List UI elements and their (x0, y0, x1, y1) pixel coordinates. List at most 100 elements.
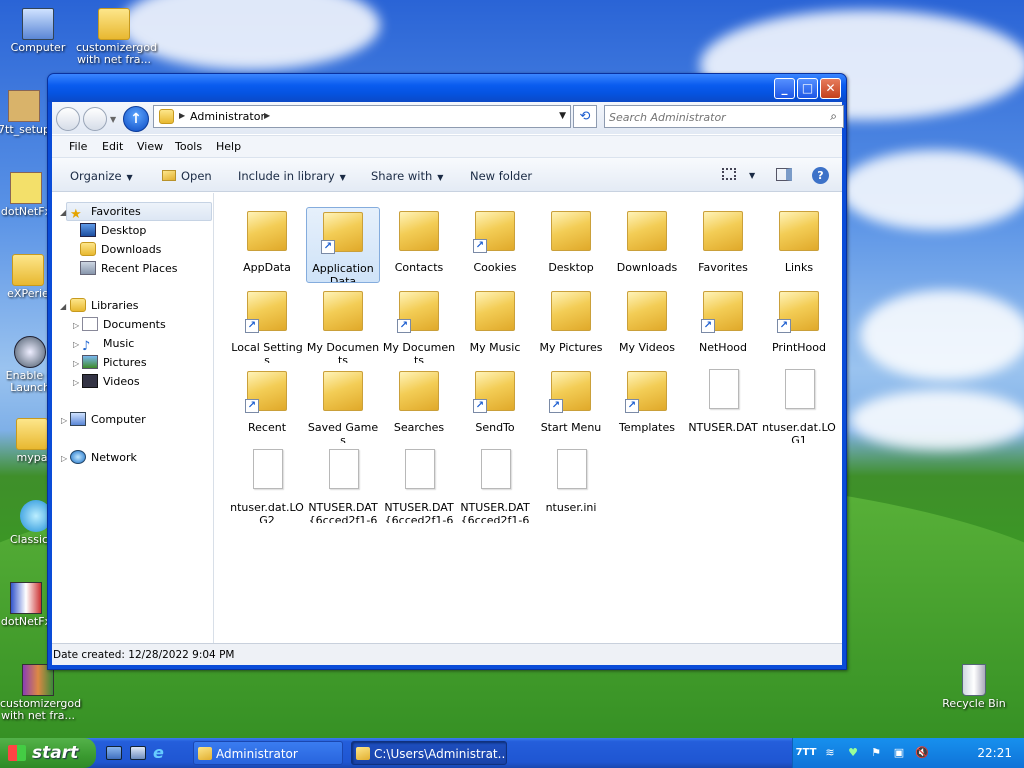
file-item[interactable]: Desktop (534, 207, 608, 283)
nav-pictures[interactable]: Pictures (82, 353, 147, 372)
forward-button[interactable] (83, 107, 107, 131)
expand-triangle-icon[interactable]: ▷ (61, 416, 67, 425)
file-item[interactable]: ntuser.ini (534, 447, 608, 523)
nav-downloads[interactable]: Downloads (80, 240, 161, 259)
file-item[interactable]: NTUSER.DAT{6cced2f1-6e01-11de-8bed-001e0… (306, 447, 380, 523)
expand-triangle-icon[interactable]: ▷ (73, 359, 79, 368)
minimize-button[interactable]: _ (774, 78, 795, 99)
file-item[interactable]: ntuser.dat.LOG2 (230, 447, 304, 523)
change-view-button[interactable]: ▼ (722, 167, 755, 181)
expand-triangle-icon[interactable]: ▷ (73, 340, 79, 349)
title-bar[interactable]: _ □ ✕ (48, 74, 846, 102)
refresh-button[interactable]: ⟲ (573, 105, 597, 128)
file-item[interactable]: AppData (230, 207, 304, 283)
explorer-quicklaunch-icon[interactable] (130, 746, 146, 760)
desktop-icon-computer[interactable]: Computer (0, 8, 76, 54)
address-bar[interactable]: ▶ Administrator ▶ ▼ (153, 105, 571, 128)
nav-computer[interactable]: Computer (70, 410, 146, 429)
chevron-down-icon[interactable]: ▼ (749, 171, 755, 180)
wifi-icon[interactable]: ≋ (823, 746, 837, 760)
desktop-icon-customizergod-2[interactable]: customizergod with net fra... (0, 664, 81, 722)
taskbar-item-administrator[interactable]: Administrator (193, 741, 343, 765)
preview-pane-button[interactable] (776, 168, 792, 184)
network-tray-icon[interactable]: ▣ (892, 746, 906, 760)
breadcrumb-administrator[interactable]: Administrator (190, 110, 265, 123)
collapse-triangle-icon[interactable]: ◢ (60, 208, 66, 217)
menu-tools[interactable]: Tools (175, 140, 202, 153)
search-input[interactable] (609, 107, 819, 127)
file-page-icon (709, 369, 739, 409)
breadcrumb-arrow-icon[interactable]: ▶ (179, 111, 185, 120)
action-center-flag-icon[interactable]: ⚑ (869, 746, 883, 760)
file-item[interactable]: ↗ SendTo (458, 367, 532, 443)
open-button[interactable]: Open (162, 169, 212, 183)
nav-music[interactable]: ♪ Music (82, 334, 134, 354)
desktop-icon-recycle-bin[interactable]: Recycle Bin (936, 664, 1012, 710)
explorer-window[interactable]: _ □ ✕ ▼ ↑ ▶ Administrator ▶ ▼ ⟲ ⌕ File (47, 73, 847, 670)
start-button[interactable]: start (0, 738, 96, 768)
file-item[interactable]: Saved Games (306, 367, 380, 443)
file-item[interactable]: ↗ Recent (230, 367, 304, 443)
file-item[interactable]: My Music (458, 287, 532, 363)
file-item[interactable]: ↗ NetHood (686, 287, 760, 363)
7tt-tray-icon[interactable]: 7TT (795, 746, 817, 760)
file-item[interactable]: NTUSER.DAT{6cced2f1-6e01-11de-8bed-001e0… (382, 447, 456, 523)
menu-edit[interactable]: Edit (102, 140, 123, 153)
file-item[interactable]: Contacts (382, 207, 456, 283)
collapse-triangle-icon[interactable]: ◢ (60, 302, 66, 311)
search-icon[interactable]: ⌕ (830, 109, 837, 124)
security-icon[interactable]: ♥ (846, 746, 860, 760)
file-item[interactable]: Links (762, 207, 836, 283)
internet-explorer-icon[interactable]: e (153, 745, 169, 761)
back-button[interactable] (56, 107, 80, 131)
expand-triangle-icon[interactable]: ▷ (73, 378, 79, 387)
file-item[interactable]: ↗ Cookies (458, 207, 532, 283)
nav-desktop[interactable]: Desktop (80, 221, 146, 240)
file-item[interactable]: NTUSER.DAT{6cced2f1-6e01-11de-8bed-001e0… (458, 447, 532, 523)
file-item[interactable]: My Videos (610, 287, 684, 363)
search-box[interactable]: ⌕ (604, 105, 844, 128)
recent-pages-dropdown-icon[interactable]: ▼ (110, 115, 116, 124)
address-dropdown-icon[interactable]: ▼ (559, 111, 566, 121)
breadcrumb-arrow-icon[interactable]: ▶ (264, 111, 270, 120)
file-item[interactable]: NTUSER.DAT (686, 367, 760, 443)
volume-muted-icon[interactable]: 🔇 (915, 746, 929, 760)
clock[interactable]: 22:21 (977, 746, 1012, 760)
desktop-icon-customizergod[interactable]: customizergod with net fra... (76, 8, 157, 66)
menu-help[interactable]: Help (216, 140, 241, 153)
file-item[interactable]: ntuser.dat.LOG1 (762, 367, 836, 443)
file-item[interactable]: ↗ Application Data (306, 207, 380, 283)
file-item[interactable]: ↗ Start Menu (534, 367, 608, 443)
include-in-library-button[interactable]: Include in library ▼ (238, 169, 346, 183)
organize-button[interactable]: Organize ▼ (70, 169, 133, 183)
nav-network[interactable]: Network (70, 448, 137, 467)
file-item[interactable]: Searches (382, 367, 456, 443)
file-item[interactable]: My Pictures (534, 287, 608, 363)
show-desktop-icon[interactable] (106, 746, 122, 760)
file-item[interactable]: My Documents (306, 287, 380, 363)
file-list: AppData ↗ Application Data Contacts ↗ Cookies… (215, 193, 842, 645)
file-item[interactable]: ↗ PrintHood (762, 287, 836, 363)
taskbar-item-users-folder[interactable]: C:\Users\Administrat... (351, 741, 507, 765)
file-item[interactable]: ↗ My Documents (382, 287, 456, 363)
expand-triangle-icon[interactable]: ▷ (73, 321, 79, 330)
nav-videos[interactable]: Videos (82, 372, 140, 391)
menu-file[interactable]: File (69, 140, 87, 153)
new-folder-button[interactable]: New folder (470, 169, 532, 183)
nav-documents[interactable]: Documents (82, 315, 166, 334)
up-button[interactable]: ↑ (123, 106, 149, 132)
help-button[interactable]: ? (812, 167, 829, 184)
expand-triangle-icon[interactable]: ▷ (61, 454, 67, 463)
taskbar: start e Administrator C:\Users\Administr… (0, 738, 1024, 768)
nav-favorites[interactable]: ★ Favorites (70, 202, 141, 222)
nav-recent-places[interactable]: Recent Places (80, 259, 178, 278)
maximize-button[interactable]: □ (797, 78, 818, 99)
share-with-button[interactable]: Share with ▼ (371, 169, 443, 183)
file-item[interactable]: Favorites (686, 207, 760, 283)
nav-libraries[interactable]: Libraries (70, 296, 139, 315)
close-button[interactable]: ✕ (820, 78, 841, 99)
file-item[interactable]: Downloads (610, 207, 684, 283)
file-item[interactable]: ↗ Templates (610, 367, 684, 443)
file-item[interactable]: ↗ Local Settings (230, 287, 304, 363)
menu-view[interactable]: View (137, 140, 163, 153)
